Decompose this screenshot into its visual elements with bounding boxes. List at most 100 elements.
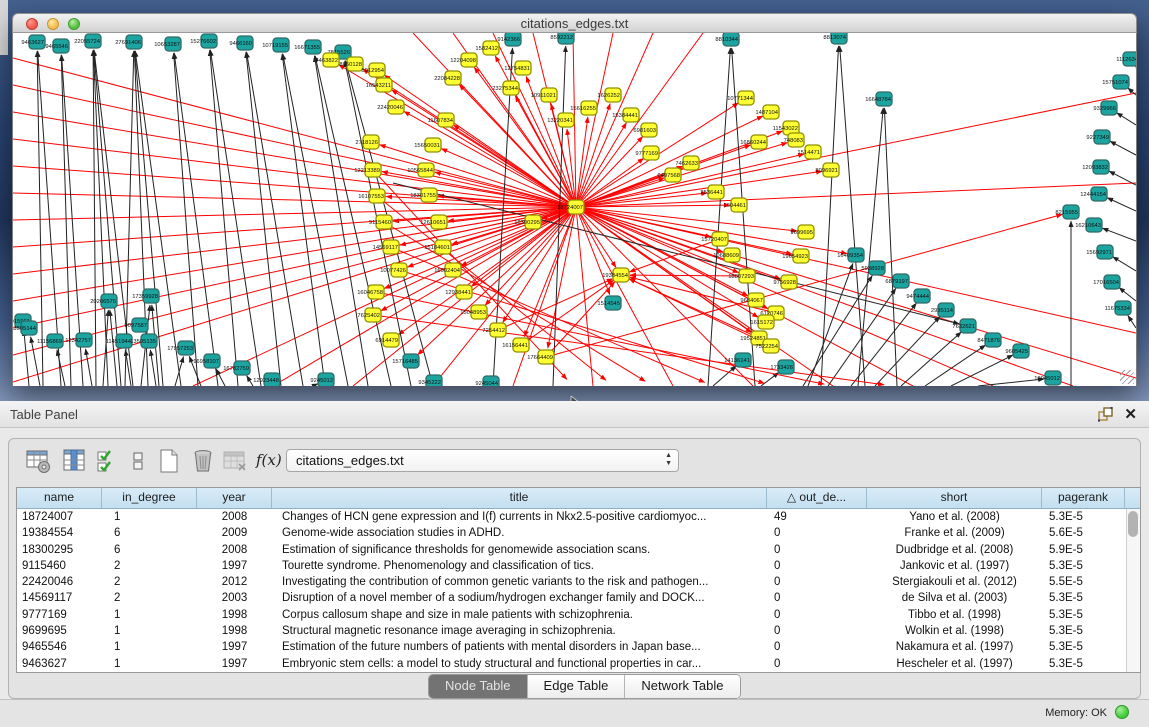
table-cell[interactable]: Yano et al. (2008) [867, 509, 1042, 525]
tab-network-table[interactable]: Network Table [625, 675, 739, 698]
graph-node[interactable]: 12093832 [1082, 160, 1109, 174]
table-row[interactable]: 977716911998Corpus callosum shape and si… [17, 607, 1125, 623]
column-visibility-icon[interactable] [61, 448, 89, 474]
table-chooser-select[interactable]: citations_edges.txt ▲▼ [286, 449, 679, 472]
table-cell[interactable]: Estimation of the future numbers of pati… [272, 639, 767, 655]
window-titlebar[interactable]: citations_edges.txt [12, 13, 1137, 33]
table-row[interactable]: 946362711997Embryonic stem cells: a mode… [17, 656, 1125, 672]
graph-node[interactable]: 9777169 [635, 146, 659, 160]
graph-node[interactable]: 13220341 [547, 113, 574, 127]
column-header-2[interactable]: year [197, 488, 272, 508]
graph-node[interactable]: 8215955 [1055, 205, 1079, 219]
graph-node[interactable]: 10719155 [262, 38, 289, 52]
graph-node[interactable]: 12213389 [354, 163, 381, 177]
select-all-icon[interactable] [95, 448, 123, 474]
table-cell[interactable]: 1998 [197, 607, 272, 623]
table-cell[interactable]: Wolkin et al. (1998) [867, 623, 1042, 639]
table-row[interactable]: 911546021997Tourette syndrome. Phenomeno… [17, 558, 1125, 574]
graph-node[interactable]: 15692971 [1086, 245, 1113, 259]
graph-node[interactable]: 8471876 [977, 333, 1001, 347]
graph-node[interactable]: 15650031 [414, 138, 441, 152]
table-cell[interactable]: 5.3E-5 [1042, 509, 1125, 525]
graph-node[interactable]: 5938928 [861, 261, 885, 275]
graph-node[interactable]: 1582412 [475, 41, 499, 55]
graph-node[interactable]: 9329966 [1093, 101, 1117, 115]
graph-node[interactable]: 10911021 [531, 88, 557, 102]
graph-node[interactable]: 1112634 [1116, 52, 1137, 66]
table-cell[interactable]: Hescheler et al. (1997) [867, 656, 1042, 672]
new-column-icon[interactable] [155, 448, 183, 474]
table-cell[interactable]: 0 [767, 574, 867, 590]
graph-node[interactable]: 14569117 [373, 240, 399, 254]
graph-node[interactable]: 12444154 [1080, 187, 1107, 201]
table-cell[interactable]: 2 [102, 590, 197, 606]
graph-node[interactable]: 16671355 [294, 40, 321, 54]
graph-node[interactable]: 19654923 [782, 249, 809, 263]
function-builder-icon[interactable]: f(x) [256, 451, 284, 477]
table-cell[interactable]: Estimation of significance thresholds fo… [272, 542, 767, 558]
graph-node[interactable]: 9474444 [906, 289, 930, 303]
table-cell[interactable]: 2 [102, 574, 197, 590]
column-header-1[interactable]: in_degree [102, 488, 197, 508]
graph-node[interactable]: 18301755 [410, 188, 437, 202]
graph-node[interactable]: 11675334 [1105, 301, 1131, 315]
graph-node[interactable]: 9463627 [21, 35, 45, 49]
table-cell[interactable]: de Silva et al. (2003) [867, 590, 1042, 606]
column-header-4[interactable]: △ out_de... [767, 488, 867, 508]
table-cell[interactable]: 9777169 [17, 607, 102, 623]
table-cell[interactable]: 22420046 [17, 574, 102, 590]
graph-node[interactable]: 2935114 [931, 303, 954, 317]
graph-node[interactable]: 27691406 [115, 35, 142, 49]
table-cell[interactable]: Investigating the contribution of common… [272, 574, 767, 590]
column-header-5[interactable]: short [867, 488, 1042, 508]
graph-node[interactable]: 15751074 [1102, 75, 1129, 89]
graph-node[interactable]: 11451944 [106, 334, 132, 348]
graph-node[interactable]: 9605425 [1005, 344, 1029, 358]
table-cell[interactable]: 1 [102, 656, 197, 672]
table-cell[interactable]: 1997 [197, 558, 272, 574]
graph-node[interactable]: 16046758 [357, 285, 384, 299]
graph-node[interactable]: 2536441 [700, 185, 724, 199]
table-row[interactable]: 1872400712008Changes of HCN gene express… [17, 509, 1125, 525]
table-cell[interactable]: Dudbridge et al. (2008) [867, 542, 1042, 558]
memory-ok-icon[interactable] [1115, 705, 1129, 719]
table-cell[interactable]: 9699695 [17, 623, 102, 639]
close-panel-icon[interactable]: ✕ [1124, 405, 1137, 423]
float-panel-icon[interactable] [1098, 407, 1113, 422]
graph-node[interactable]: 17664409 [527, 350, 554, 364]
graph-node[interactable]: 18807293 [728, 269, 755, 283]
network-canvas[interactable]: 9463627946554622055724276914061065328715… [12, 33, 1137, 386]
table-cell[interactable]: Disruption of a novel member of a sodium… [272, 590, 767, 606]
resize-grip-icon[interactable] [1120, 370, 1134, 384]
table-cell[interactable]: Jankovic et al. (1997) [867, 558, 1042, 574]
graph-node[interactable]: 23275344 [492, 81, 519, 95]
table-cell[interactable]: 0 [767, 656, 867, 672]
graph-node[interactable]: 15276602 [190, 34, 217, 48]
scrollbar-thumb[interactable] [1128, 511, 1138, 537]
table-cell[interactable]: Genome-wide association studies in ADHD. [272, 525, 767, 541]
table-cell[interactable]: 1997 [197, 639, 272, 655]
graph-node[interactable]: 16648784 [865, 92, 892, 106]
graph-node[interactable]: 16543211 [366, 78, 392, 92]
table-cell[interactable]: 14569117 [17, 590, 102, 606]
graph-node[interactable]: 15384441 [612, 108, 639, 122]
graph-node[interactable]: 9097587 [124, 318, 148, 332]
graph-node[interactable]: 2718126 [355, 135, 379, 149]
graph-node[interactable]: 22055724 [74, 34, 101, 48]
table-cell[interactable]: 5.3E-5 [1042, 590, 1125, 606]
graph-node[interactable]: 16210643 [1075, 218, 1102, 232]
graph-node[interactable]: 9756928 [773, 275, 797, 289]
table-cell[interactable]: 18300295 [17, 542, 102, 558]
table-cell[interactable]: 0 [767, 590, 867, 606]
tab-node-table[interactable]: Node Table [429, 675, 528, 698]
table-cell[interactable]: Tourette syndrome. Phenomenology and cla… [272, 558, 767, 574]
graph-node[interactable]: 13505135 [130, 334, 157, 348]
table-cell[interactable]: 2008 [197, 542, 272, 558]
graph-node[interactable]: 15048953 [460, 305, 487, 319]
table-cell[interactable]: 1998 [197, 623, 272, 639]
network-window[interactable]: citations_edges.txt 94636279465546220557… [12, 13, 1137, 386]
table-cell[interactable]: Tibbo et al. (1998) [867, 607, 1042, 623]
graph-node[interactable]: 1733426 [770, 360, 794, 374]
graph-node[interactable]: 6981603 [633, 123, 657, 137]
table-cell[interactable]: 49 [767, 509, 867, 525]
